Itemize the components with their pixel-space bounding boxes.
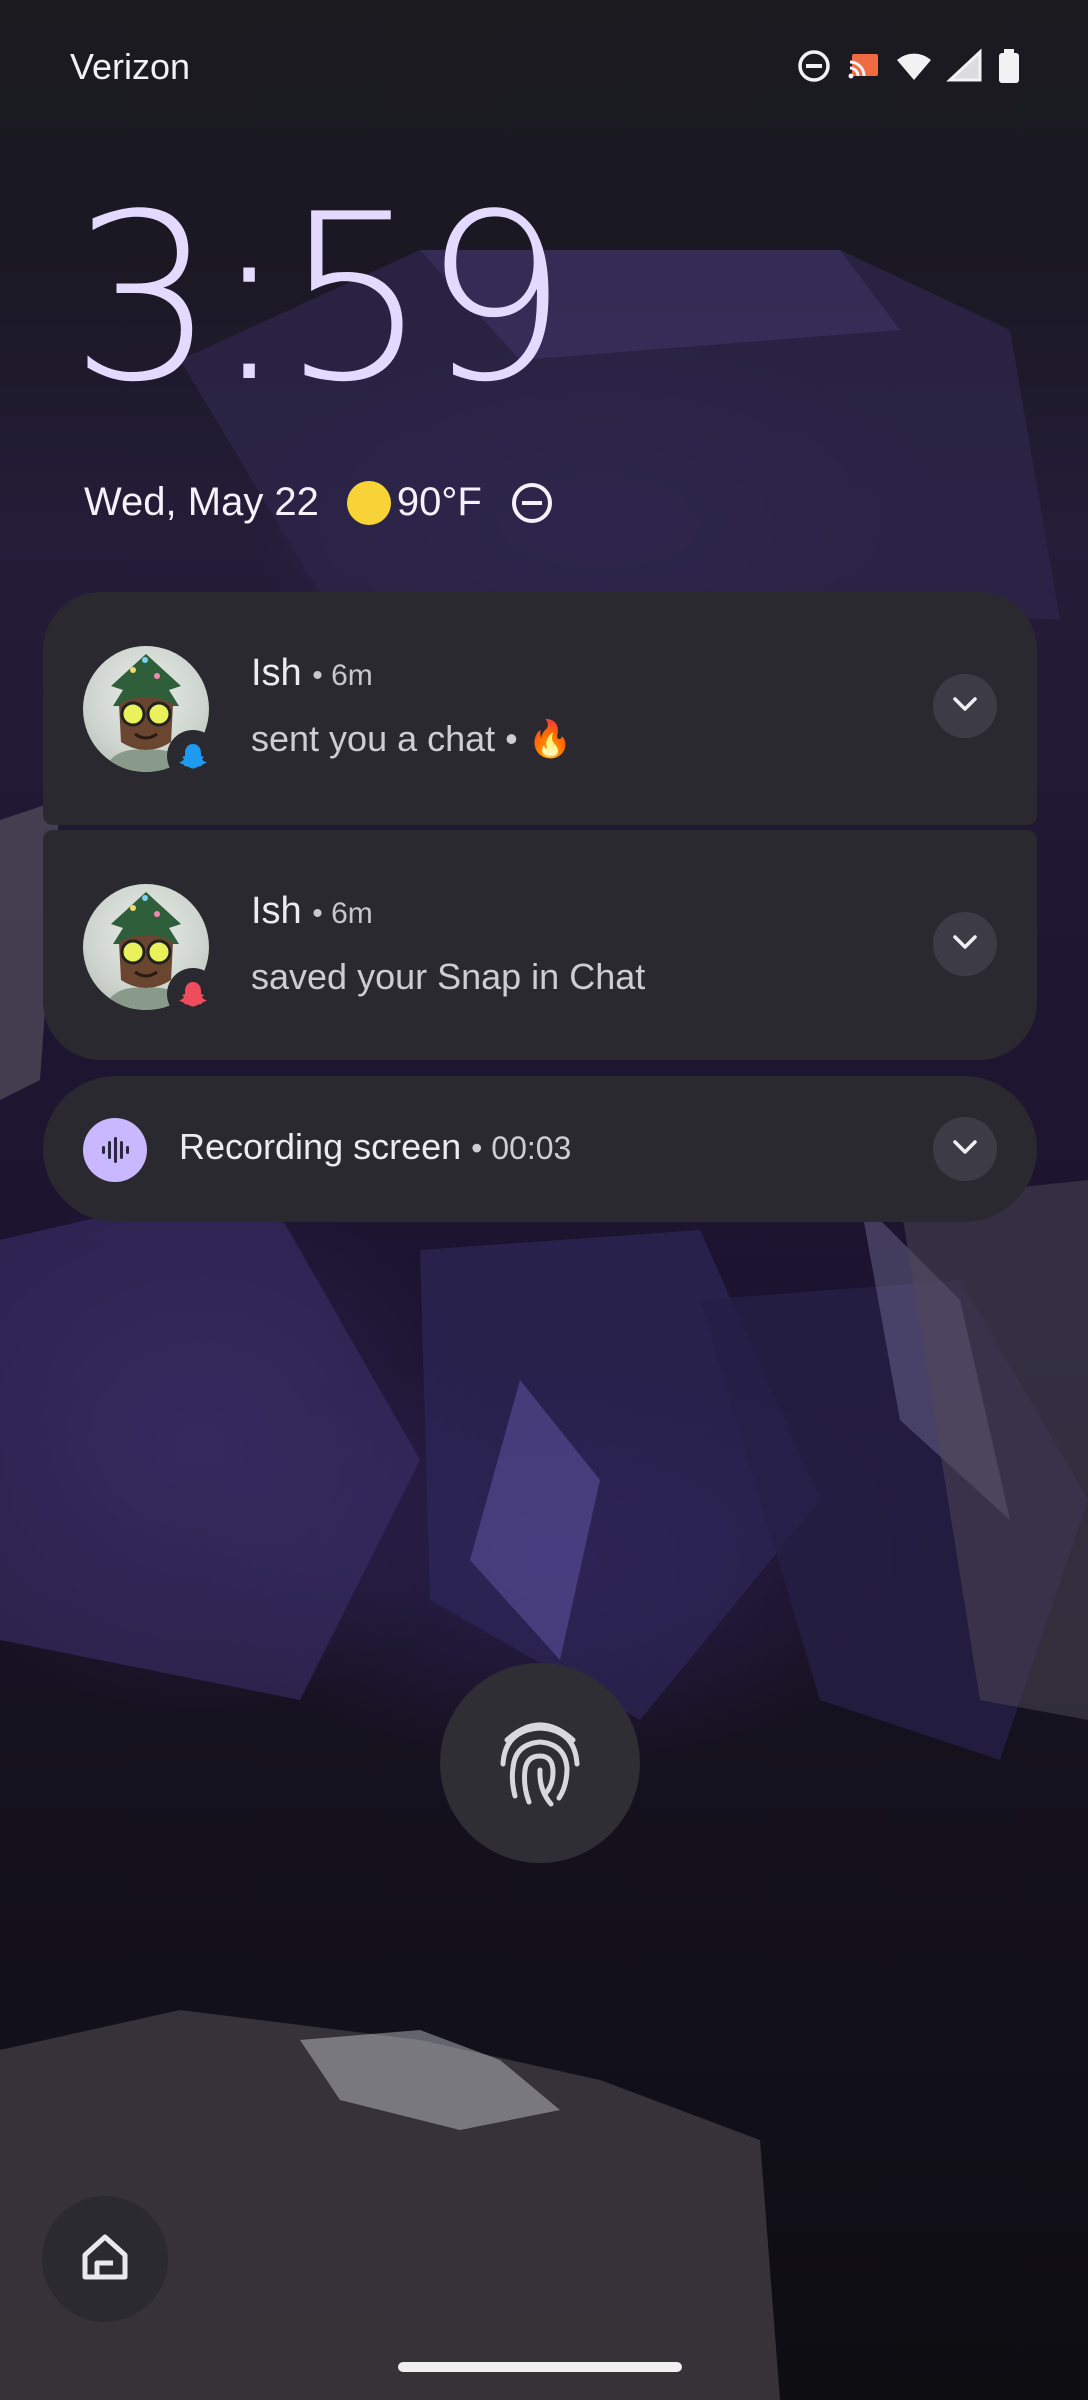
do-not-disturb-icon <box>510 481 554 525</box>
chevron-down-icon <box>948 1130 982 1169</box>
chevron-down-icon <box>948 925 982 964</box>
sender-name: Ish <box>251 652 302 694</box>
sender-name: Ish <box>251 890 302 932</box>
home-icon <box>77 2229 133 2290</box>
lockscreen-clock: 3:59 <box>70 166 568 433</box>
notification-time: • 6m <box>312 659 373 692</box>
battery-icon <box>996 48 1022 84</box>
expand-button[interactable] <box>933 912 997 976</box>
notification-title: Ish • 6m <box>251 652 373 695</box>
notification-title: Ish • 6m <box>251 890 373 933</box>
snapchat-ghost-icon <box>177 978 209 1010</box>
expand-button[interactable] <box>933 674 997 738</box>
status-icons <box>796 48 1022 84</box>
gesture-nav-handle[interactable] <box>398 2362 682 2372</box>
cast-icon <box>846 48 882 84</box>
notification-card[interactable]: Ish • 6m sent you a chat • 🔥 <box>43 592 1037 825</box>
home-controls-button[interactable] <box>42 2196 168 2322</box>
date-weather-row[interactable]: Wed, May 22 90°F <box>84 480 554 525</box>
temperature-label: 90°F <box>396 480 482 524</box>
recording-label: Recording screen • 00:03 <box>179 1126 571 1168</box>
chevron-down-icon <box>948 687 982 726</box>
audio-wave-icon <box>83 1118 147 1182</box>
do-not-disturb-icon <box>796 48 832 84</box>
sun-icon <box>346 480 391 525</box>
recording-title: Recording screen <box>179 1126 462 1167</box>
notification-card[interactable]: Ish • 6m saved your Snap in Chat <box>43 830 1037 1060</box>
date-label: Wed, May 22 <box>84 480 319 524</box>
app-badge <box>167 968 219 1020</box>
status-bar: Verizon <box>0 0 1088 130</box>
notification-time: • 6m <box>312 897 373 930</box>
snapchat-ghost-icon <box>177 740 209 772</box>
fingerprint-icon <box>485 1706 595 1821</box>
carrier-name: Verizon <box>70 46 191 87</box>
notification-text: sent you a chat • 🔥 <box>251 718 573 759</box>
cell-signal-icon <box>946 48 982 84</box>
recording-notification[interactable]: Recording screen • 00:03 <box>43 1076 1037 1222</box>
notification-group: Ish • 6m sent you a chat • 🔥 Ish • 6m sa… <box>43 592 1037 1060</box>
app-badge <box>167 730 219 782</box>
weather[interactable]: 90°F <box>346 480 482 525</box>
recording-duration: • 00:03 <box>471 1130 572 1166</box>
wifi-icon <box>896 48 932 84</box>
notification-text: saved your Snap in Chat <box>251 956 646 997</box>
expand-button[interactable] <box>933 1117 997 1181</box>
fingerprint-sensor[interactable] <box>440 1663 640 1863</box>
